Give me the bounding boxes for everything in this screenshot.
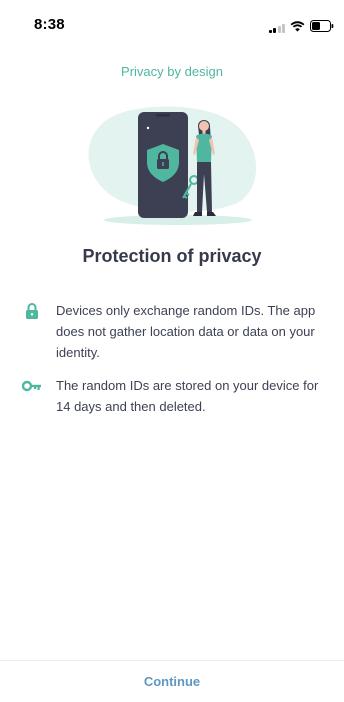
continue-button[interactable]: Continue [0, 661, 344, 702]
key-icon [22, 378, 42, 392]
info-list: Devices only exchange random IDs. The ap… [22, 300, 334, 429]
status-time: 8:38 [34, 16, 65, 33]
onboarding-screen: 8:38 Privacy by design Protection of pri… [0, 0, 344, 702]
wifi-icon [290, 19, 305, 37]
cellular-signal-icon [268, 23, 285, 33]
info-item-storage: The random IDs are stored on your device… [22, 375, 334, 417]
battery-icon [310, 19, 334, 37]
lock-icon [22, 303, 42, 319]
phone-shield-person-illustration [82, 104, 262, 228]
page-title: Protection of privacy [82, 246, 262, 266]
info-item-random-ids: Devices only exchange random IDs. The ap… [22, 300, 334, 363]
info-text: Devices only exchange random IDs. The ap… [56, 303, 316, 360]
status-icons [268, 19, 335, 37]
status-bar: 8:38 [0, 0, 344, 44]
info-text: The random IDs are stored on your device… [56, 378, 319, 414]
header-label: Privacy by design [121, 64, 223, 79]
